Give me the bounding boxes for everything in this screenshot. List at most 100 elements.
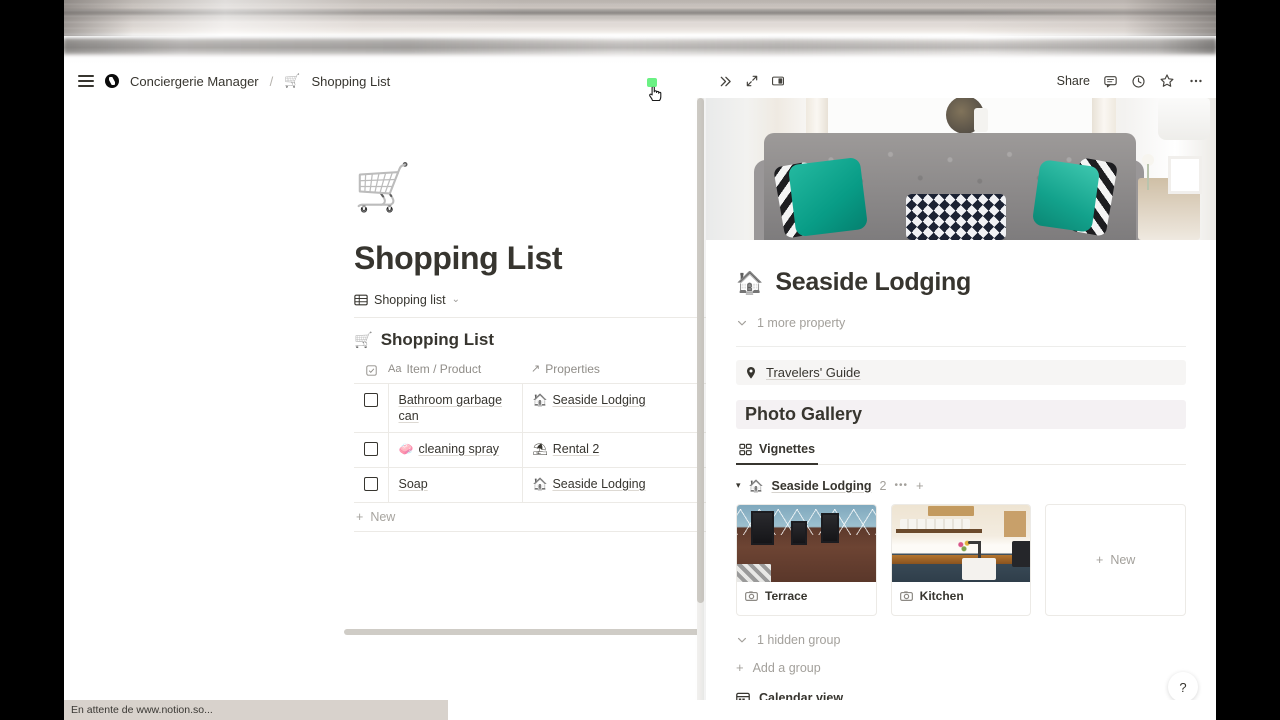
more-properties-label: 1 more property	[757, 316, 846, 330]
plus-icon: +	[736, 660, 744, 675]
screen-root: Conciergerie Manager / 🛒 Shopping List 🛒…	[0, 0, 1280, 720]
row-item-label: cleaning spray	[418, 441, 500, 456]
column-type-icon-text: Aa	[388, 362, 402, 375]
location-pin-icon	[747, 366, 755, 379]
table-row[interactable]: Bathroom garbage can 🏠 Seaside Lodging	[354, 383, 706, 433]
peek-page-title: Seaside Lodging	[775, 268, 971, 296]
breadcrumb-item-page[interactable]: Shopping List	[311, 74, 390, 89]
more-horizontal-icon[interactable]	[1188, 73, 1204, 89]
bottom-page-edge	[448, 700, 1216, 720]
side-peek-icon[interactable]	[771, 74, 785, 88]
notion-app: Conciergerie Manager / 🛒 Shopping List 🛒…	[64, 64, 1216, 720]
left-vertical-scrollbar-track[interactable]	[697, 98, 704, 720]
table-row[interactable]: Soap 🏠 Seaside Lodging	[354, 467, 706, 503]
row-property-cell[interactable]: ⛱ Rental 2	[522, 432, 706, 468]
double-chevron-right-icon[interactable]	[718, 74, 733, 89]
add-group-label: Add a group	[752, 660, 821, 675]
motion-blur-overlay	[64, 0, 1216, 64]
chevron-down-icon	[737, 637, 747, 643]
letterbox-left	[0, 0, 64, 720]
breadcrumb-page-emoji: 🛒	[284, 73, 301, 88]
group-name[interactable]: Seaside Lodging	[771, 479, 871, 493]
table-row[interactable]: 🧼 cleaning spray ⛱ Rental 2	[354, 432, 706, 468]
star-icon[interactable]	[1159, 73, 1175, 89]
left-page-inner: 🛒 Shopping List Shopping list ⌄ 🛒 Shoppi…	[354, 98, 706, 532]
gallery-card-kitchen[interactable]: Kitchen	[890, 504, 1032, 616]
gallery-new-card-label: New	[1110, 553, 1136, 567]
add-group-button[interactable]: + Add a group	[736, 660, 1186, 675]
more-properties-toggle[interactable]: 1 more property	[736, 316, 1186, 330]
row-checkbox[interactable]	[363, 476, 378, 491]
row-checkbox-cell[interactable]	[354, 383, 389, 433]
peek-content: 🏠 Seaside Lodging 1 more property Travel…	[706, 240, 1216, 720]
horizontal-scrollbar[interactable]	[344, 629, 700, 635]
gallery-card-caption: Kitchen	[892, 582, 1031, 610]
side-peek-panel: Share 🏠 Seaside Lodging 1 more property …	[706, 64, 1216, 720]
group-more-icon[interactable]: •••	[894, 480, 908, 491]
column-header-item[interactable]: Aa Item / Product	[388, 358, 522, 384]
travelers-guide-link[interactable]: Travelers' Guide	[736, 360, 1186, 385]
row-item-emoji-icon: 🧼	[398, 441, 414, 456]
row-item-cell[interactable]: Bathroom garbage can	[388, 383, 523, 433]
column-header-properties-label: Properties	[545, 361, 600, 376]
row-checkbox[interactable]	[363, 441, 378, 456]
database-selector-label: Shopping list	[374, 292, 446, 307]
gallery-group-header: ▾ 🏠 Seaside Lodging 2 ••• +	[736, 478, 1186, 493]
gallery-card-caption: Terrace	[737, 582, 876, 610]
peek-toolbar: Share	[706, 64, 1216, 98]
chevron-down-icon: ⌄	[451, 294, 460, 306]
divider	[736, 346, 1186, 347]
table-title-row: 🛒 Shopping List	[354, 330, 706, 350]
row-property-cell[interactable]: 🏠 Seaside Lodging	[522, 467, 706, 503]
hamburger-icon[interactable]	[78, 75, 94, 87]
row-property-emoji-icon: ⛱	[532, 441, 548, 456]
breadcrumb-separator: /	[269, 73, 274, 89]
row-property-label: Seaside Lodging	[552, 476, 646, 491]
group-add-icon[interactable]: +	[916, 478, 924, 493]
group-count: 2	[879, 478, 887, 493]
database-selector[interactable]: Shopping list ⌄	[354, 293, 706, 307]
camera-icon	[745, 591, 758, 601]
clock-icon[interactable]	[1131, 74, 1146, 89]
gallery-card-label: Terrace	[765, 589, 808, 603]
help-button[interactable]: ?	[1168, 672, 1198, 702]
column-header-checkbox[interactable]	[354, 358, 388, 384]
add-new-row-button[interactable]: + New	[354, 503, 706, 532]
table-header-row: Aa Item / Product ↗ Properties	[354, 358, 706, 384]
group-collapse-toggle[interactable]: ▾	[736, 480, 741, 491]
checkbox-icon	[365, 365, 377, 376]
gallery-view-tabs: Vignettes	[736, 440, 1186, 465]
notion-logo-icon	[105, 74, 119, 88]
gallery-cards: Terrace Kitchen + New	[736, 504, 1187, 616]
gallery-new-card-button[interactable]: + New	[1045, 504, 1187, 616]
row-checkbox-cell[interactable]	[354, 432, 389, 468]
tab-vignettes[interactable]: Vignettes	[736, 440, 819, 465]
terrace-thumbnail	[737, 505, 876, 582]
breadcrumb-item-workspace[interactable]: Conciergerie Manager	[130, 74, 259, 89]
row-property-cell[interactable]: 🏠 Seaside Lodging	[522, 383, 706, 433]
row-property-label: Rental 2	[552, 441, 600, 456]
left-vertical-scrollbar-thumb[interactable]	[697, 98, 704, 603]
peek-page-emoji-icon[interactable]: 🏠	[736, 270, 763, 296]
browser-status-bar: En attente de www.notion.so...	[64, 700, 448, 720]
gallery-grid-icon	[739, 443, 752, 455]
share-button[interactable]: Share	[1057, 74, 1090, 88]
plus-icon: +	[356, 509, 364, 524]
row-property-label: Seaside Lodging	[552, 392, 646, 407]
expand-diagonal-icon[interactable]	[745, 74, 759, 88]
row-checkbox-cell[interactable]	[354, 467, 389, 503]
page-emoji-icon[interactable]: 🛒	[354, 164, 706, 210]
left-page-content: 🛒 Shopping List Shopping list ⌄ 🛒 Shoppi…	[64, 98, 706, 720]
gallery-card-terrace[interactable]: Terrace	[736, 504, 877, 616]
shopping-list-table: Aa Item / Product ↗ Properties Bathroom …	[354, 358, 706, 503]
row-checkbox[interactable]	[363, 392, 378, 407]
row-item-cell[interactable]: Soap	[388, 467, 523, 503]
row-item-cell[interactable]: 🧼 cleaning spray	[388, 432, 523, 468]
table-emoji-icon: 🛒	[354, 331, 373, 349]
column-header-properties[interactable]: ↗ Properties	[522, 358, 706, 384]
comment-icon[interactable]	[1103, 74, 1118, 89]
hidden-group-toggle[interactable]: 1 hidden group	[736, 633, 1186, 647]
camera-icon	[899, 591, 913, 601]
row-item-label: Soap	[398, 476, 428, 491]
relation-arrow-icon: ↗	[531, 363, 541, 376]
